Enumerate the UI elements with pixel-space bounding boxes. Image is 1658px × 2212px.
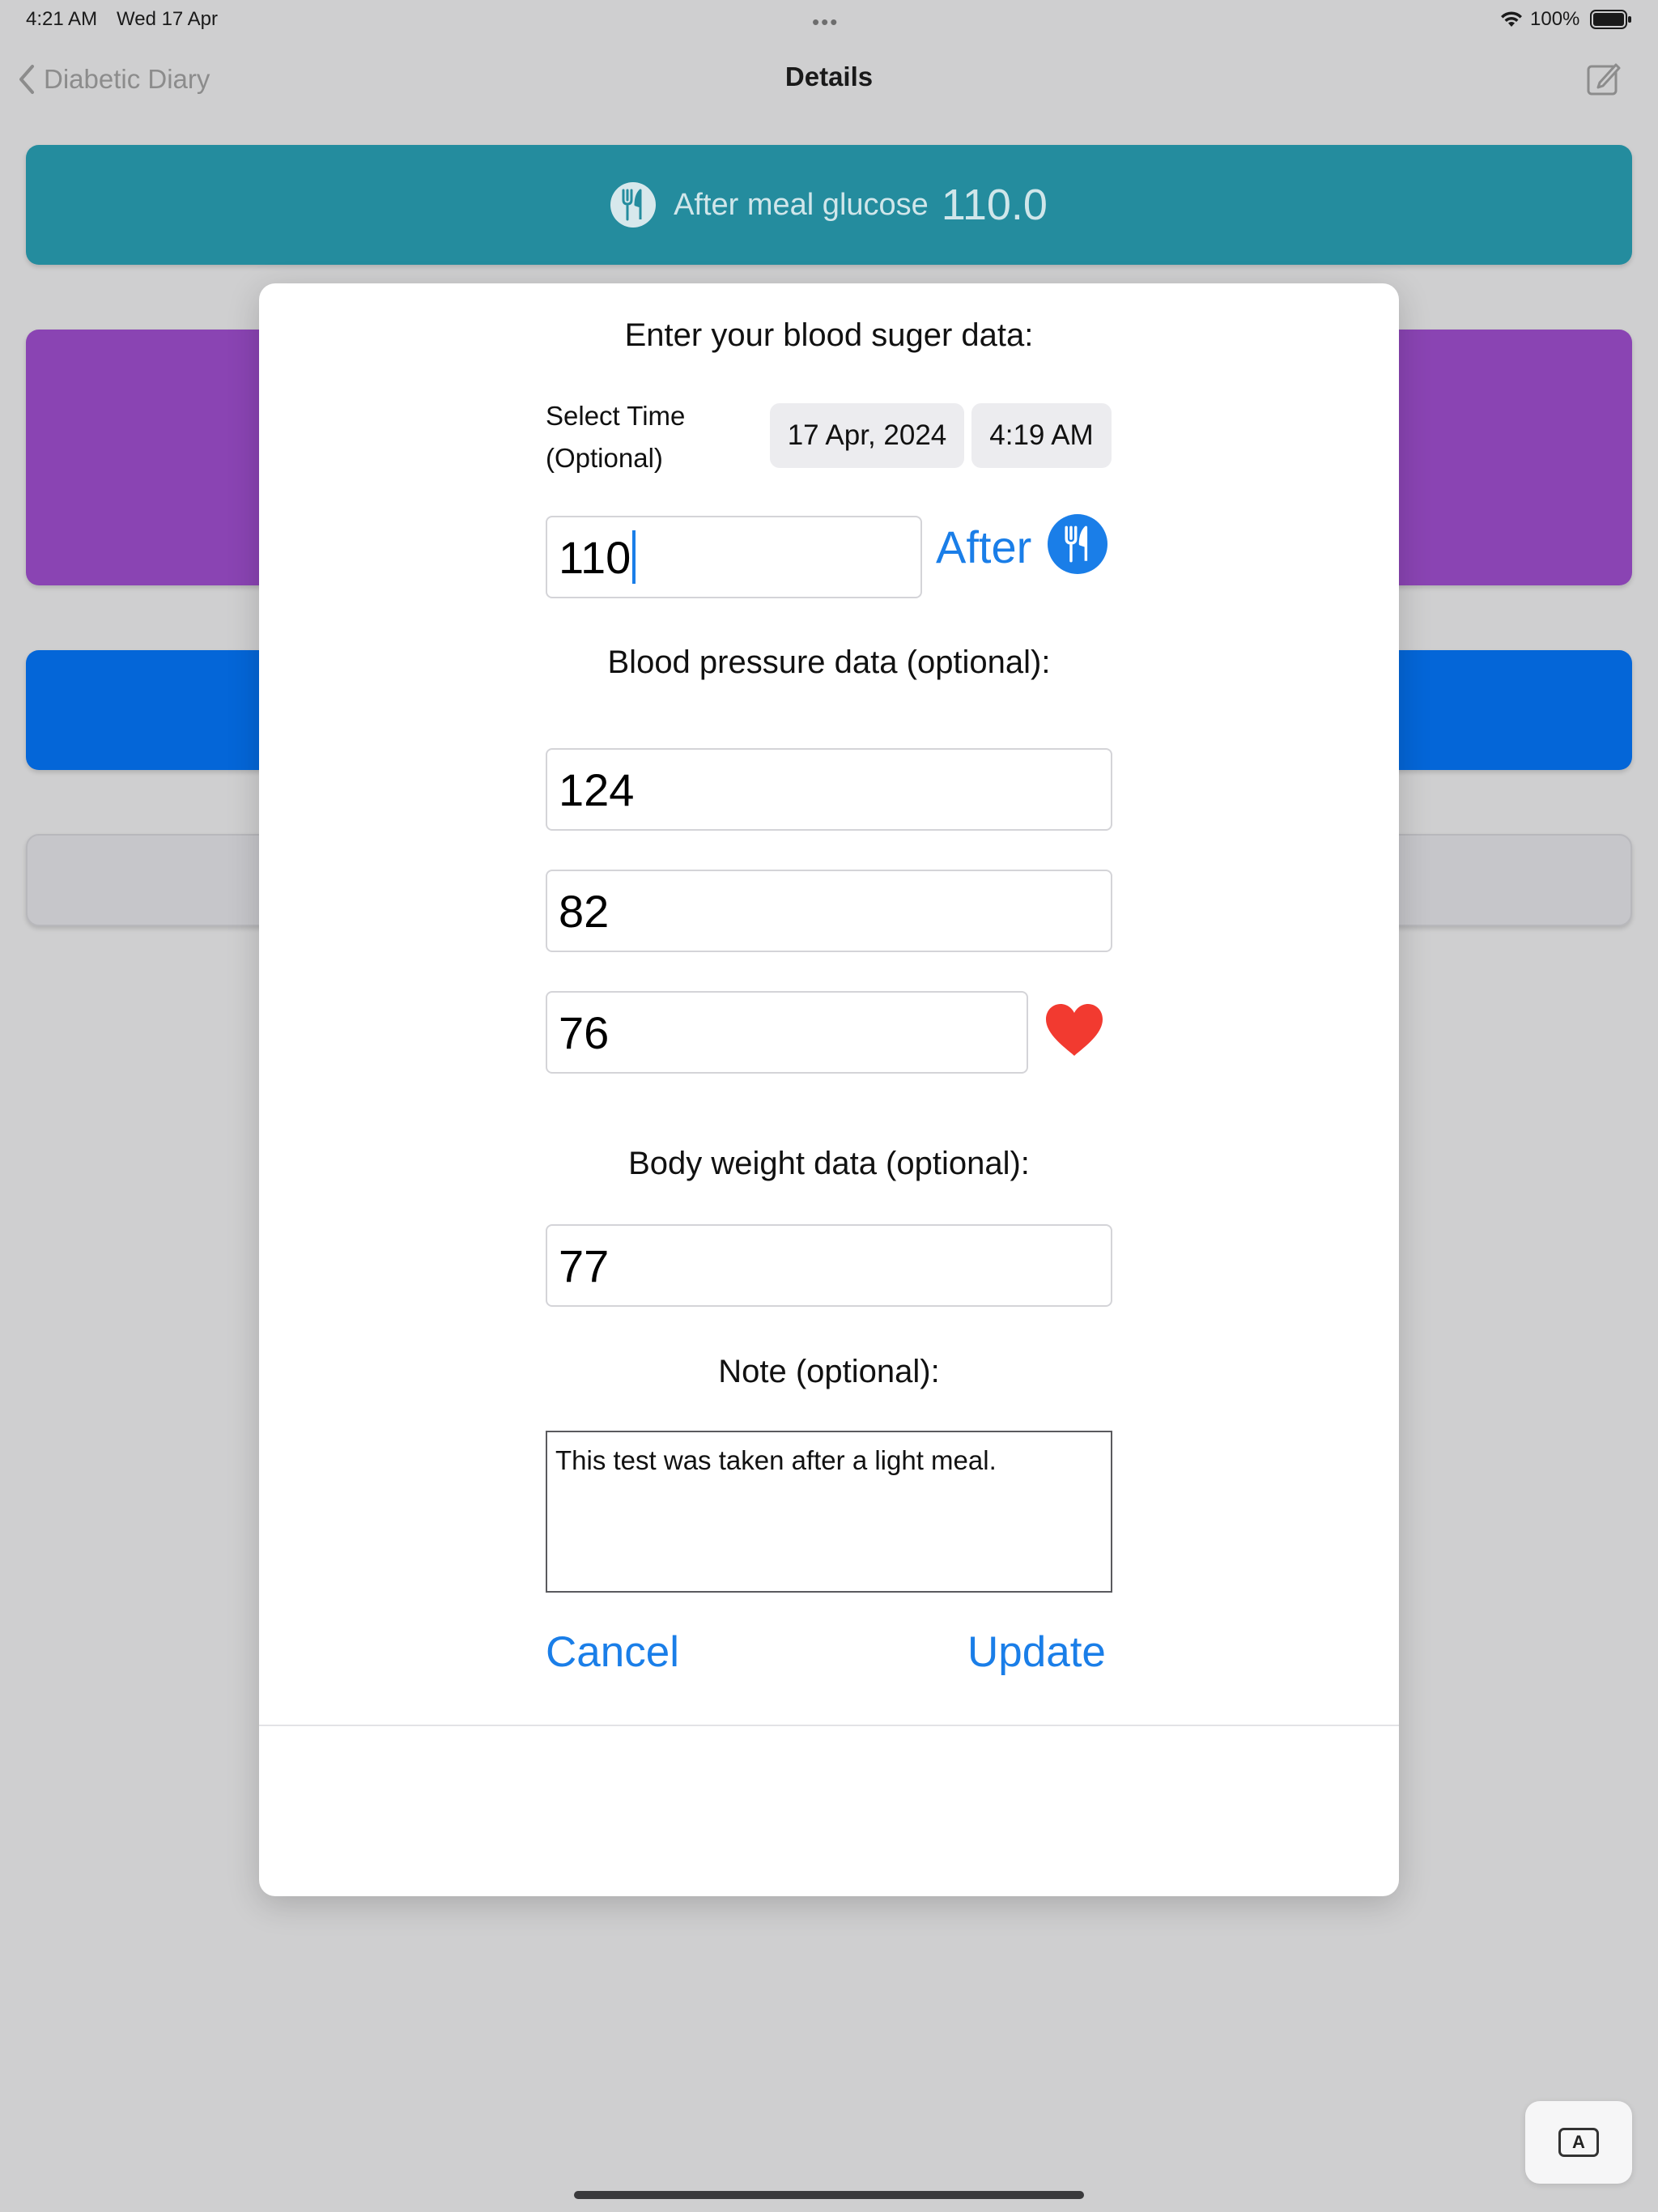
multitasking-dots[interactable]: ••• <box>812 10 839 35</box>
page-title: Details <box>784 62 874 91</box>
diastolic-input[interactable]: 82 <box>546 870 1112 952</box>
home-indicator[interactable] <box>574 2191 1084 2199</box>
after-meal-card-content: After meal glucose 110.0 <box>26 145 1632 265</box>
battery-percent: 100% <box>1530 8 1580 30</box>
after-meal-label: After meal glucose <box>674 187 929 222</box>
select-time-line2: (Optional) <box>546 443 663 473</box>
after-meal-value: 110.0 <box>941 181 1048 229</box>
note-heading: Note (optional): <box>718 1354 940 1389</box>
fork-knife-icon[interactable] <box>1048 514 1107 574</box>
wifi-icon <box>1499 10 1524 29</box>
glucose-value: 110 <box>559 531 631 583</box>
blood-pressure-heading: Blood pressure data (optional): <box>607 644 1051 680</box>
fork-knife-icon <box>610 182 657 228</box>
keyboard-icon: A <box>1558 2128 1599 2157</box>
heart-icon <box>1044 1002 1104 1057</box>
compose-icon[interactable] <box>1585 60 1622 97</box>
blood-sugar-heading: Enter your blood suger data: <box>624 317 1034 353</box>
weight-input[interactable]: 77 <box>546 1224 1112 1307</box>
status-date: Wed 17 Apr <box>117 8 218 30</box>
text-caret <box>632 530 636 584</box>
time-picker[interactable]: 4:19 AM <box>971 403 1112 468</box>
status-time: 4:21 AM <box>26 8 98 30</box>
cancel-button[interactable]: Cancel <box>546 1627 679 1677</box>
select-time-label: Select Time (Optional) <box>546 395 685 479</box>
meal-state-toggle[interactable]: After <box>936 521 1031 573</box>
systolic-input[interactable]: 124 <box>546 748 1112 831</box>
battery-icon <box>1590 10 1632 29</box>
update-button[interactable]: Update <box>967 1627 1106 1677</box>
body-weight-heading: Body weight data (optional): <box>628 1146 1030 1181</box>
glucose-input[interactable]: 110 <box>546 516 922 598</box>
select-time-line1: Select Time <box>546 401 686 431</box>
modal-divider <box>259 1725 1399 1726</box>
keyboard-toggle-button[interactable]: A <box>1525 2101 1632 2184</box>
note-textarea[interactable]: This test was taken after a light meal. <box>546 1431 1112 1593</box>
date-picker[interactable]: 17 Apr, 2024 <box>770 403 964 468</box>
pulse-input[interactable]: 76 <box>546 991 1028 1074</box>
